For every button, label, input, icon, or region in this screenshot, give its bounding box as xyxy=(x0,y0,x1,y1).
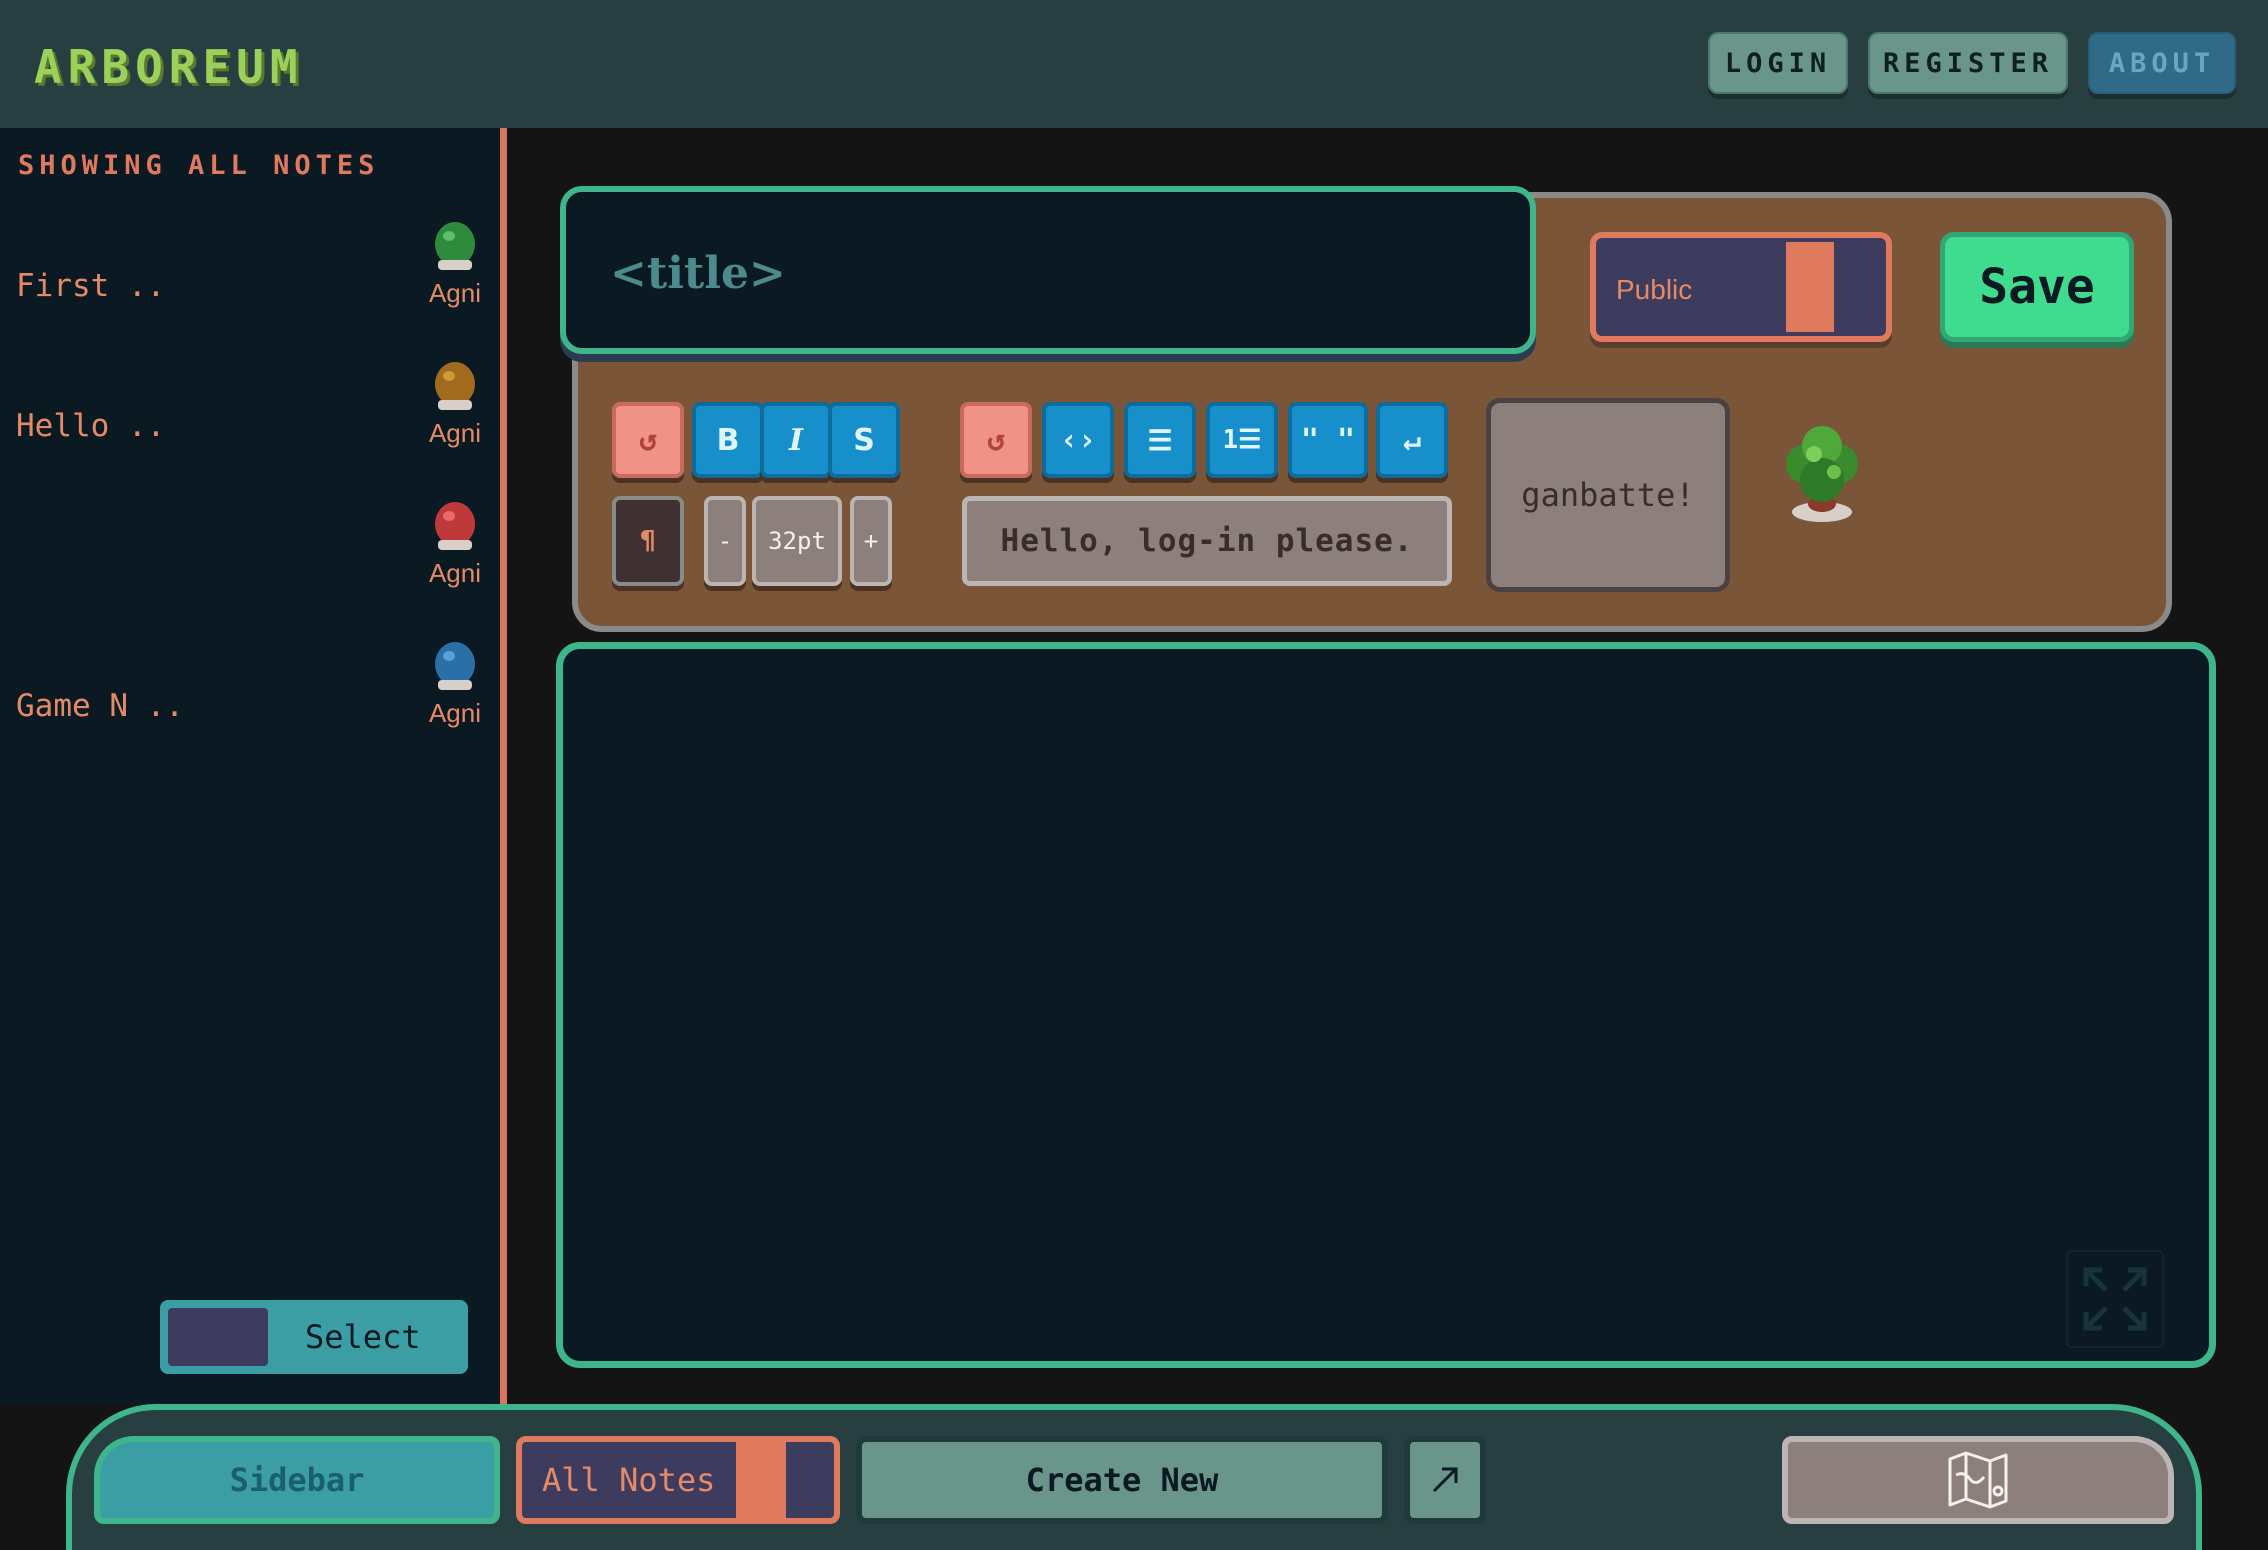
plant-mascot-icon xyxy=(1786,426,1858,522)
bullet-list-button[interactable]: ☰ xyxy=(1124,402,1196,478)
note-title: Hello .. xyxy=(16,408,166,444)
note-owner: Agni xyxy=(428,558,482,588)
egg-avatar-icon xyxy=(435,502,475,550)
paragraph-icon: ¶ xyxy=(640,526,656,556)
egg-avatar-icon xyxy=(435,362,475,410)
italic-button[interactable]: I xyxy=(760,402,832,478)
strikethrough-icon: S xyxy=(853,422,875,458)
numbered-list-icon: 1☰ xyxy=(1222,425,1262,455)
undo-icon: ↺ xyxy=(986,422,1006,458)
sidebar-divider[interactable] xyxy=(500,128,507,1405)
paragraph-button[interactable]: ¶ xyxy=(612,496,684,586)
app-logo[interactable]: ARBOREUM xyxy=(34,40,304,94)
map-icon xyxy=(1948,1451,2008,1509)
all-notes-label: All Notes xyxy=(542,1461,716,1499)
note-item[interactable]: Hello .. Agni xyxy=(0,352,500,462)
bullet-list-icon: ☰ xyxy=(1147,423,1173,457)
egg-avatar-icon xyxy=(435,222,475,270)
login-button[interactable]: LOGIN xyxy=(1708,32,1848,94)
create-new-button[interactable]: Create New xyxy=(856,1436,1388,1524)
quote-icon: " " xyxy=(1300,422,1356,458)
visibility-label: Public xyxy=(1616,274,1693,305)
increase-font-button[interactable]: + xyxy=(850,496,892,586)
note-content-editor[interactable] xyxy=(556,642,2216,1368)
toggle-knob xyxy=(168,1308,268,1366)
sidebar-toggle-button[interactable]: Sidebar xyxy=(94,1436,500,1524)
note-item[interactable]: First .. Agni xyxy=(0,212,500,322)
note-title: First .. xyxy=(16,268,166,304)
strikethrough-button[interactable]: S xyxy=(828,402,900,478)
title-placeholder: <title> xyxy=(610,248,786,299)
code-button[interactable]: ‹› xyxy=(1042,402,1114,478)
motivation-box: ganbatte! xyxy=(1486,398,1730,592)
undo-icon: ↺ xyxy=(638,422,658,458)
visibility-toggle[interactable]: Public xyxy=(1590,232,1892,342)
code-icon: ‹› xyxy=(1059,422,1097,458)
about-button[interactable]: ABOUT xyxy=(2088,32,2236,94)
save-button[interactable]: Save xyxy=(1940,232,2134,342)
font-size-display: 32pt xyxy=(752,496,842,586)
undo-block-button[interactable]: ↺ xyxy=(960,402,1032,478)
line-break-button[interactable]: ↵ xyxy=(1376,402,1448,478)
select-label: Select xyxy=(305,1318,421,1356)
open-external-button[interactable] xyxy=(1404,1436,1486,1524)
external-link-icon xyxy=(1432,1467,1458,1493)
numbered-list-button[interactable]: 1☰ xyxy=(1206,402,1278,478)
toggle-knob xyxy=(1786,242,1834,332)
expand-icon xyxy=(2083,1267,2147,1331)
note-title: Game N .. xyxy=(16,688,184,724)
return-icon: ↵ xyxy=(1402,422,1422,458)
note-item[interactable]: Game N .. Agni xyxy=(0,632,500,742)
note-owner: Agni xyxy=(428,698,482,728)
italic-icon: I xyxy=(788,422,804,458)
map-button[interactable] xyxy=(1782,1436,2174,1524)
title-input[interactable]: <title> xyxy=(560,186,1536,354)
decrease-font-button[interactable]: - xyxy=(704,496,746,586)
bold-button[interactable]: B xyxy=(692,402,764,478)
note-owner: Agni xyxy=(428,418,482,448)
fullscreen-button[interactable] xyxy=(2066,1250,2164,1348)
undo-format-button[interactable]: ↺ xyxy=(612,402,684,478)
egg-avatar-icon xyxy=(435,642,475,690)
toggle-knob xyxy=(736,1442,786,1518)
bold-icon: B xyxy=(716,422,740,458)
register-button[interactable]: REGISTER xyxy=(1868,32,2068,94)
status-message: Hello, log-in please. xyxy=(962,496,1452,586)
select-toggle[interactable]: Select xyxy=(160,1300,468,1374)
note-owner: Agni xyxy=(428,278,482,308)
top-bar: ARBOREUM LOGIN REGISTER ABOUT xyxy=(0,0,2268,128)
quote-button[interactable]: " " xyxy=(1288,402,1368,478)
all-notes-toggle[interactable]: All Notes xyxy=(516,1436,840,1524)
note-item[interactable]: Agni xyxy=(0,492,500,602)
sidebar-title: SHOWING ALL NOTES xyxy=(18,150,380,181)
